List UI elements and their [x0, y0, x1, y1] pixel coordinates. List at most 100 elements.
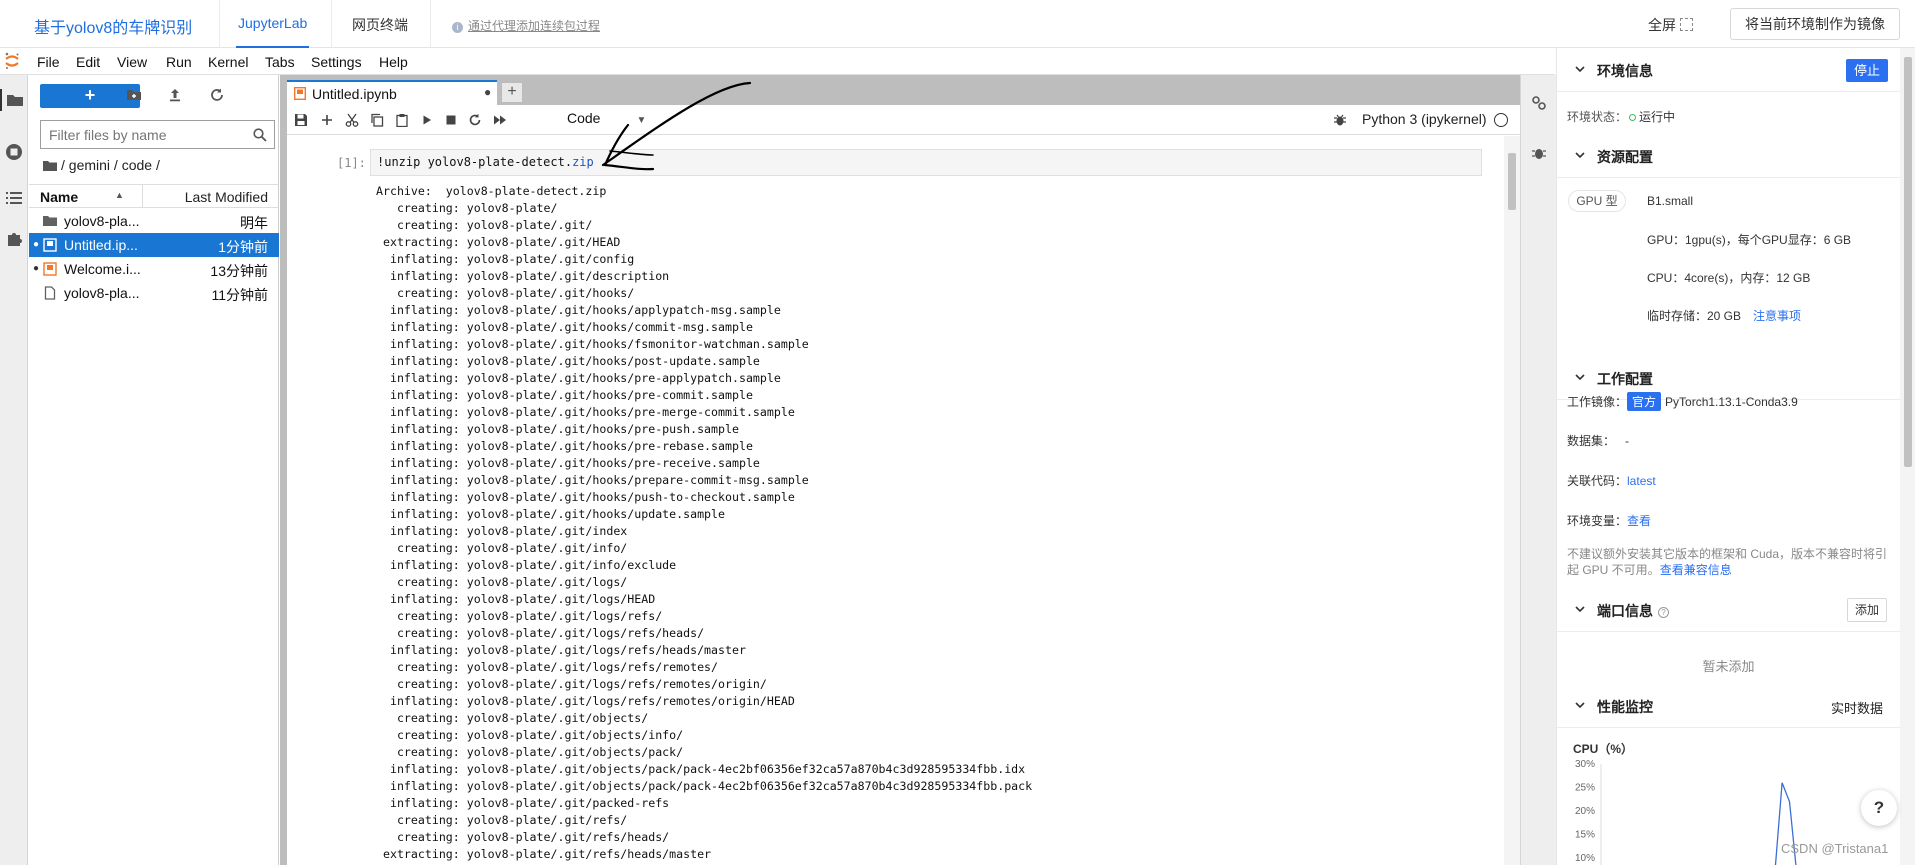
tab-untitled-notebook[interactable]: Untitled.ipynb ● [287, 80, 497, 105]
proxy-help-link[interactable]: i 通过代理添加连续包过程 [452, 17, 600, 34]
menu-file[interactable]: File [37, 54, 60, 70]
resource-header[interactable]: 资源配置 [1557, 134, 1900, 178]
stop-button[interactable]: 停止 [1845, 59, 1888, 82]
folder-icon [43, 216, 57, 226]
column-last-modified[interactable]: Last Modified [185, 189, 268, 205]
new-folder-icon[interactable] [126, 87, 142, 103]
output-line: inflating: yolov8-plate/.git/objects/pac… [376, 762, 1026, 776]
restart-kernel-icon[interactable] [467, 112, 483, 128]
output-line: creating: yolov8-plate/.git/objects/pack… [376, 745, 684, 759]
output-line: inflating: yolov8-plate/.git/hooks/pre-r… [376, 456, 760, 470]
file-list-item[interactable]: yolov8-pla... 明年 [29, 209, 279, 233]
panel-scrollbar[interactable] [1900, 48, 1915, 865]
annotation-arrow [601, 81, 752, 171]
notice-link[interactable]: 注意事项 [1753, 309, 1801, 323]
breadcrumb[interactable]: / gemini / code / [43, 157, 160, 173]
extensions-tab[interactable] [3, 228, 25, 250]
insert-cell-icon[interactable] [319, 112, 335, 128]
fast-forward-icon[interactable] [492, 112, 508, 128]
notebook-scrollbar[interactable] [1504, 136, 1520, 865]
output-line: inflating: yolov8-plate/.git/hooks/updat… [376, 507, 726, 521]
compat-info-link[interactable]: 查看兼容信息 [1660, 563, 1732, 577]
env-info-header[interactable]: 环境信息 停止 [1557, 48, 1900, 92]
chevron-down-icon [1575, 66, 1585, 73]
make-image-button[interactable]: 将当前环境制作为镜像 [1730, 8, 1900, 40]
section-title: 端口信息? [1597, 601, 1669, 621]
tab-web-terminal[interactable]: 网页终端 [352, 15, 408, 35]
file-list-item[interactable]: ● Untitled.ip... 1分钟前 [29, 233, 279, 257]
code-cell-editor[interactable]: !unzip yolov8-plate-detect.zip [370, 149, 1482, 176]
upload-icon[interactable] [167, 87, 183, 103]
menu-settings[interactable]: Settings [311, 54, 362, 70]
file-list-header: Name ▲ Last Modified [29, 184, 279, 208]
monitor-header[interactable]: 性能监控 实时数据 [1557, 684, 1900, 728]
paste-icon[interactable] [394, 112, 410, 128]
file-list-item[interactable]: ● Welcome.i... 13分钟前 [29, 257, 279, 281]
compat-warning: 不建议额外安装其它版本的框架和 Cuda，版本不兼容时将引起 GPU 不可用。查… [1567, 546, 1897, 578]
file-modified: 11分钟前 [211, 287, 268, 303]
work-image: 工作镜像： 官方 PyTorch1.13.1-Conda3.9 [1567, 392, 1798, 411]
help-button[interactable]: ? [1861, 790, 1897, 826]
output-line: creating: yolov8-plate/.git/objects/info… [376, 728, 684, 742]
environment-panel: 环境信息 停止 环境状态： 运行中 资源配置 GPU 型 B1.small GPU… [1556, 48, 1915, 865]
debugger-icon[interactable] [1332, 112, 1348, 128]
scrollbar-thumb[interactable] [1508, 153, 1516, 210]
port-info-header[interactable]: 端口信息? 添加 [1557, 588, 1900, 632]
file-list-item[interactable]: yolov8-pla... 11分钟前 [29, 281, 279, 305]
add-port-button[interactable]: 添加 [1846, 598, 1887, 622]
watermark: CSDN @Tristana1 [1781, 841, 1889, 856]
menu-view[interactable]: View [117, 54, 147, 70]
output-line: creating: yolov8-plate/.git/logs/refs/he… [376, 626, 705, 640]
menu-edit[interactable]: Edit [76, 54, 100, 70]
copy-icon[interactable] [369, 112, 385, 128]
menu-kernel[interactable]: Kernel [208, 54, 248, 70]
file-browser-tab[interactable] [0, 89, 28, 111]
save-icon[interactable] [293, 112, 309, 128]
proxy-link-text: 通过代理添加连续包过程 [468, 19, 601, 33]
running-sessions-tab[interactable] [3, 141, 25, 163]
linked-code: 关联代码：latest [1567, 472, 1656, 489]
column-divider[interactable] [142, 185, 143, 208]
running-indicator-icon: ● [33, 263, 40, 274]
realtime-toggle[interactable]: 实时数据 [1831, 698, 1883, 717]
right-sidebar [1520, 75, 1556, 865]
kernel-name[interactable]: Python 3 (ipykernel) [1362, 111, 1487, 127]
menu-bar: File Edit View Run Kernel Tabs Settings … [0, 48, 1555, 75]
output-line: creating: yolov8-plate/.git/logs/refs/re… [376, 677, 767, 691]
refresh-icon[interactable] [209, 87, 225, 103]
output-line: inflating: yolov8-plate/.git/logs/HEAD [376, 592, 656, 606]
file-name: Welcome.i... [64, 261, 141, 277]
stop-kernel-icon[interactable] [443, 112, 459, 128]
tab-jupyterlab[interactable]: JupyterLab [235, 15, 310, 48]
property-inspector-icon[interactable] [1531, 95, 1547, 111]
run-icon[interactable] [419, 112, 435, 128]
new-launcher-button[interactable]: + [40, 84, 140, 108]
project-title[interactable]: 基于yolov8的车牌识别 [34, 14, 192, 38]
menu-help[interactable]: Help [379, 54, 408, 70]
output-line: inflating: yolov8-plate/.git/hooks/prepa… [376, 473, 809, 487]
scrollbar-thumb[interactable] [1904, 57, 1912, 467]
output-line: inflating: yolov8-plate/.git/logs/refs/r… [376, 694, 795, 708]
fullscreen-button[interactable]: 全屏 [1648, 15, 1693, 35]
menu-tabs[interactable]: Tabs [265, 54, 295, 70]
table-of-contents-tab[interactable] [3, 187, 25, 209]
dataset-value: - [1625, 434, 1630, 448]
running-indicator-icon: ● [33, 239, 40, 250]
envvar-link[interactable]: 查看 [1627, 514, 1651, 528]
env-status: 环境状态： 运行中 [1567, 108, 1675, 125]
code-link[interactable]: latest [1627, 474, 1656, 488]
port-title: 端口信息 [1597, 603, 1653, 619]
cut-icon[interactable] [344, 112, 360, 128]
section-title: 工作配置 [1597, 371, 1653, 387]
filter-files-input[interactable] [40, 120, 275, 149]
section-title: 性能监控 [1597, 699, 1653, 715]
main-dock-area: Untitled.ipynb ● + Code ▼ Python 3 (ipyke… [280, 75, 1520, 865]
add-tab-button[interactable]: + [501, 82, 523, 103]
debugger-icon[interactable] [1531, 145, 1547, 161]
column-name[interactable]: Name [40, 189, 78, 205]
breadcrumb-path: / gemini / code / [61, 157, 160, 173]
chevron-down-icon [1575, 606, 1585, 613]
menu-run[interactable]: Run [166, 54, 192, 70]
help-icon[interactable]: ? [1658, 607, 1669, 618]
unsaved-dot-icon[interactable]: ● [484, 85, 491, 99]
